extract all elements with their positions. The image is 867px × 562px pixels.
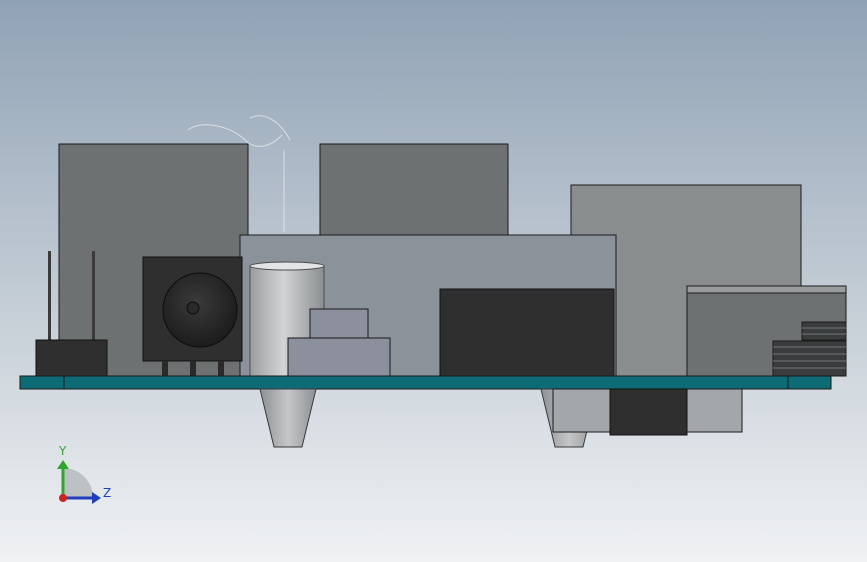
dark-module[interactable] — [439, 288, 615, 377]
buzzer-component[interactable] — [142, 256, 243, 376]
standoff-cone-left[interactable] — [259, 388, 317, 448]
pcb-board[interactable] — [19, 375, 832, 390]
center-enclosure[interactable] — [319, 143, 509, 237]
coordinate-triad: Y Z — [57, 444, 111, 504]
assembly-side-view: Y Z — [19, 115, 847, 504]
right-jack-connector[interactable] — [686, 285, 847, 377]
cad-viewport[interactable]: Y Z — [0, 0, 867, 562]
z-axis-label: Z — [103, 486, 111, 500]
origin-dot-icon — [59, 494, 67, 502]
y-axis-label: Y — [58, 444, 67, 458]
y-arrow-head-icon — [57, 460, 69, 469]
under-board-block[interactable] — [552, 388, 743, 436]
z-arrow-head-icon — [92, 492, 101, 504]
